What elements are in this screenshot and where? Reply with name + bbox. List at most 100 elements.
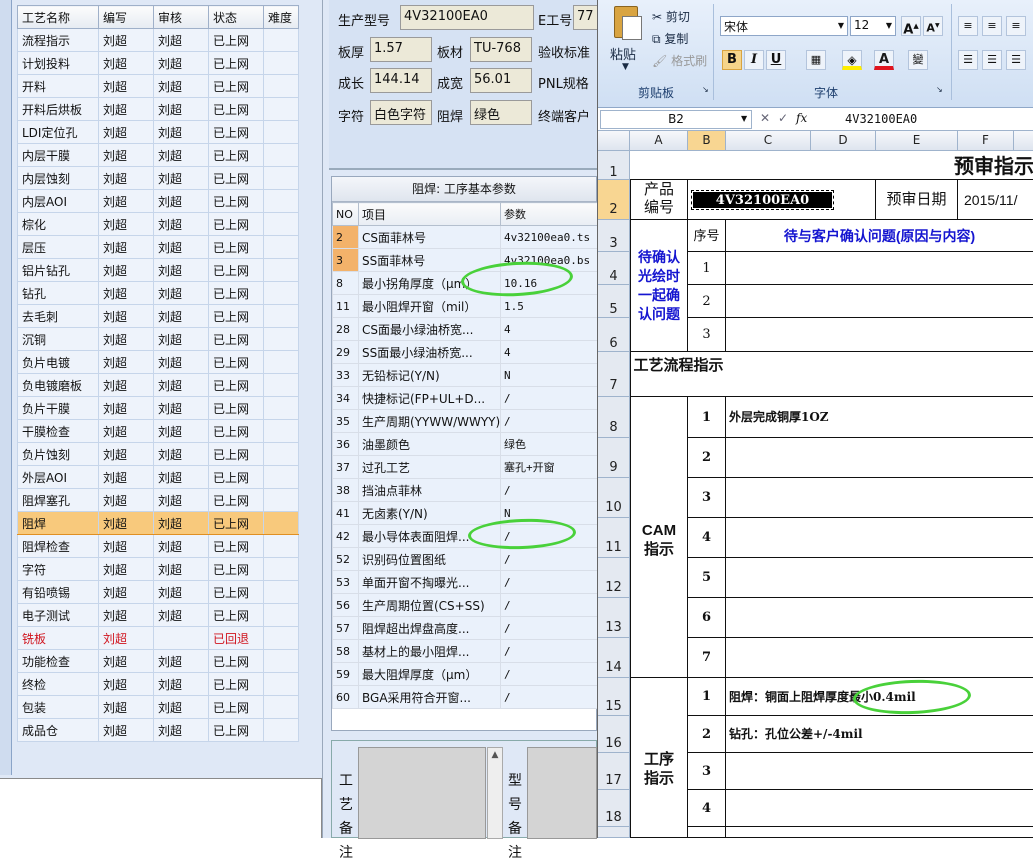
font-launcher-icon[interactable]: ↘	[936, 85, 943, 94]
row-header[interactable]: 7	[598, 352, 630, 397]
col-header-B[interactable]: B	[688, 131, 726, 151]
row-header[interactable]: 14	[598, 638, 630, 678]
align-bottom-icon[interactable]: ≡	[1006, 16, 1026, 36]
copy-button[interactable]: ⧉ 复制	[652, 30, 688, 47]
font-dropdown-icon[interactable]: ▼	[838, 21, 844, 30]
param-row[interactable]: 28 CS面最小绿油桥宽... 4	[332, 317, 599, 341]
param-row[interactable]: 36 油墨颜色 绿色	[332, 432, 599, 456]
cam-note-cell[interactable]	[726, 478, 1033, 518]
process-row[interactable]: 外层AOI 刘超 刘超 已上网	[17, 465, 299, 489]
row-header[interactable]: 18	[598, 790, 630, 827]
col-header-A[interactable]: A	[630, 131, 688, 151]
process-row[interactable]: 有铅喷锡 刘超 刘超 已上网	[17, 580, 299, 604]
col-header-C[interactable]: C	[726, 131, 811, 151]
col-no[interactable]: NO	[332, 202, 359, 226]
flow-cell[interactable]	[726, 352, 1033, 397]
thickness-field[interactable]: 1.57	[370, 37, 432, 62]
process-col-header[interactable]: 审核	[153, 5, 209, 29]
clipboard-launcher-icon[interactable]: ↘	[702, 85, 709, 94]
process-row[interactable]: 字符 刘超 刘超 已上网	[17, 557, 299, 581]
process-row[interactable]: 流程指示 刘超 刘超 已上网	[17, 28, 299, 52]
row-header[interactable]: 12	[598, 558, 630, 598]
param-row[interactable]: 34 快捷标记(FP+UL+D... /	[332, 386, 599, 410]
model-field[interactable]: 4V32100EA0	[400, 5, 534, 30]
row-header[interactable]: 10	[598, 478, 630, 518]
process-row[interactable]: 棕化 刘超 刘超 已上网	[17, 212, 299, 236]
process-row[interactable]: 铝片钻孔 刘超 刘超 已上网	[17, 258, 299, 282]
formula-input[interactable]: 4V32100EA0	[845, 112, 917, 126]
process-row[interactable]: 负电镀磨板 刘超 刘超 已上网	[17, 373, 299, 397]
row-header[interactable]: 16	[598, 716, 630, 753]
process-row[interactable]: 内层干膜 刘超 刘超 已上网	[17, 143, 299, 167]
review-date-value[interactable]: 2015/11/	[958, 180, 1033, 220]
name-box[interactable]: B2	[600, 110, 752, 129]
paste-button[interactable]: 粘贴	[610, 44, 636, 63]
process-row[interactable]: 负片干膜 刘超 刘超 已上网	[17, 396, 299, 420]
process-row[interactable]: 计划投料 刘超 刘超 已上网	[17, 51, 299, 75]
process-row[interactable]: 成品仓 刘超 刘超 已上网	[17, 718, 299, 742]
process-row[interactable]: 内层AOI 刘超 刘超 已上网	[17, 189, 299, 213]
name-box-dropdown-icon[interactable]: ▼	[741, 114, 747, 123]
param-row[interactable]: 57 阻焊超出焊盘高度... /	[332, 616, 599, 640]
row-header[interactable]: 6	[598, 318, 630, 352]
process-row[interactable]: 包装 刘超 刘超 已上网	[17, 695, 299, 719]
param-row[interactable]: 11 最小阻焊开窗（mil） 1.5	[332, 294, 599, 318]
process-row[interactable]: LDI定位孔 刘超 刘超 已上网	[17, 120, 299, 144]
cam-note-cell[interactable]	[726, 638, 1033, 678]
col-item[interactable]: 项目	[358, 202, 501, 226]
param-row[interactable]: 59 最大阻焊厚度（μm） /	[332, 662, 599, 686]
border-icon[interactable]: ▦	[806, 50, 826, 70]
process-row[interactable]: 阻焊检查 刘超 刘超 已上网	[17, 534, 299, 558]
param-row[interactable]: 37 过孔工艺 塞孔+开窗	[332, 455, 599, 479]
process-row[interactable]: 功能检查 刘超 刘超 已上网	[17, 649, 299, 673]
process-row[interactable]: 内层蚀刻 刘超 刘超 已上网	[17, 166, 299, 190]
process-row[interactable]: 开料 刘超 刘超 已上网	[17, 74, 299, 98]
cam-note-cell[interactable]	[726, 518, 1033, 558]
process-row[interactable]: 负片电镀 刘超 刘超 已上网	[17, 350, 299, 374]
phonetic-icon[interactable]: 變	[908, 50, 928, 70]
process-row[interactable]: 钻孔 刘超 刘超 已上网	[17, 281, 299, 305]
model-note-textarea[interactable]	[527, 747, 597, 839]
param-row[interactable]: 2 CS面菲林号 4v32100ea0.ts	[332, 225, 599, 249]
select-all-corner[interactable]	[598, 131, 630, 151]
col-value[interactable]: 参数	[500, 202, 599, 226]
param-row[interactable]: 56 生产周期位置(CS+SS) /	[332, 593, 599, 617]
col-header-G[interactable]	[1014, 131, 1033, 151]
process-col-header[interactable]: 编写	[98, 5, 154, 29]
process-row[interactable]: 层压 刘超 刘超 已上网	[17, 235, 299, 259]
param-row[interactable]: 60 BGA采用符合开窗... /	[332, 685, 599, 709]
param-row[interactable]: 38 挡油点菲林 /	[332, 478, 599, 502]
process-row[interactable]: 铣板 刘超 已回退	[17, 626, 299, 650]
confirm-cell[interactable]	[726, 252, 1033, 285]
param-row[interactable]: 53 单面开窗不掏曝光... /	[332, 570, 599, 594]
process-row[interactable]: 干膜检查 刘超 刘超 已上网	[17, 419, 299, 443]
mask-field[interactable]: 绿色	[470, 100, 532, 125]
align-right-icon[interactable]: ☰	[1006, 50, 1026, 70]
align-left-icon[interactable]: ☰	[958, 50, 978, 70]
proc-note-cell[interactable]	[726, 753, 1033, 790]
scroll-up-icon[interactable]: ▲	[488, 750, 502, 760]
row-header[interactable]: 15	[598, 678, 630, 716]
process-row[interactable]: 终检 刘超 刘超 已上网	[17, 672, 299, 696]
underline-button[interactable]: U	[766, 50, 786, 70]
fill-color-icon[interactable]: ◈	[842, 50, 862, 70]
param-row[interactable]: 29 SS面最小绿油桥宽... 4	[332, 340, 599, 364]
row-header[interactable]: 3	[598, 220, 630, 252]
bold-button[interactable]: B	[722, 50, 742, 70]
param-row[interactable]: 58 基材上的最小阻焊... /	[332, 639, 599, 663]
cut-button[interactable]: ✂ 剪切	[652, 8, 690, 25]
format-painter-button[interactable]: 🖌 格式刷	[652, 52, 707, 69]
paste-dropdown-icon[interactable]: ▼	[622, 62, 629, 72]
material-field[interactable]: TU-768	[470, 37, 532, 62]
proc-note-cell[interactable]: 钻孔：孔位公差+/-4mil	[726, 716, 1033, 753]
size-dropdown-icon[interactable]: ▼	[886, 21, 892, 30]
cam-note-cell[interactable]	[726, 558, 1033, 598]
col-header-F[interactable]: F	[958, 131, 1014, 151]
process-row[interactable]: 开料后烘板 刘超 刘超 已上网	[17, 97, 299, 121]
process-row[interactable]: 沉铜 刘超 刘超 已上网	[17, 327, 299, 351]
align-top-icon[interactable]: ≡	[958, 16, 978, 36]
paste-icon[interactable]	[608, 6, 644, 46]
process-note-textarea[interactable]	[358, 747, 486, 839]
grow-font-icon[interactable]: A▲	[901, 16, 921, 37]
confirm-cell[interactable]	[726, 285, 1033, 318]
